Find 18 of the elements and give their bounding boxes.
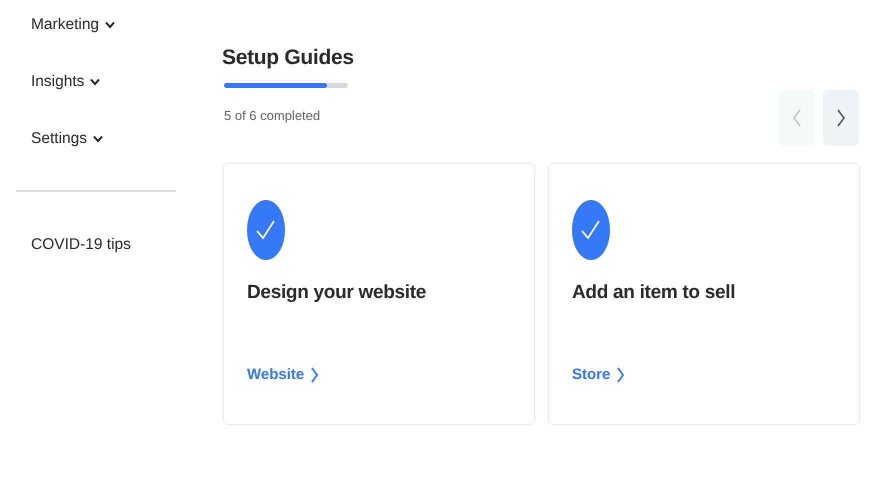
chevron-right-icon — [310, 366, 320, 382]
next-button[interactable] — [823, 90, 859, 146]
card-link[interactable]: Website — [247, 366, 320, 383]
chevron-down-icon — [90, 78, 100, 86]
sidebar-menu-item[interactable]: Settings — [31, 130, 104, 148]
sidebar-link[interactable]: COVID-19 tips — [16, 236, 131, 254]
chevron-left-icon — [792, 109, 802, 127]
section-title: Setup Guides — [222, 46, 354, 70]
chevron-right-icon — [616, 366, 626, 382]
chevron-right-icon — [836, 109, 846, 127]
card-title: Add an item to sell — [572, 282, 736, 304]
sidebar-menu-item[interactable]: Insights — [31, 73, 100, 91]
card-link[interactable]: Store — [572, 366, 626, 383]
chevron-down-icon — [105, 21, 116, 29]
progress-status: 5 of 6 completed — [224, 108, 322, 123]
chevron-down-icon — [93, 135, 104, 143]
card-title: Design your website — [247, 282, 426, 304]
sidebar-menu-item[interactable]: Marketing — [31, 16, 116, 34]
